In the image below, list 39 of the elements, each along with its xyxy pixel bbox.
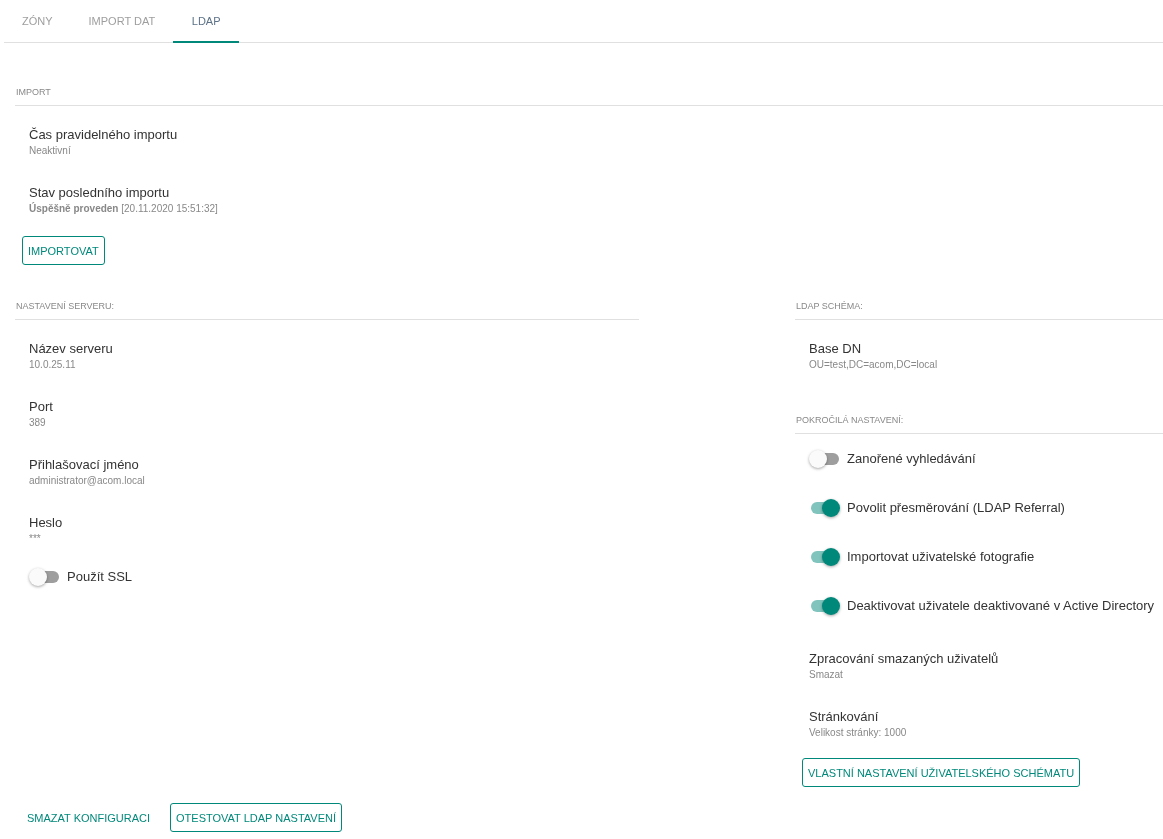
setting-title: Heslo: [29, 515, 64, 530]
setting-value: Úspěšně proveden [20.11.2020 15:51:32]: [29, 203, 219, 214]
section-heading: POKROČILÁ NASTAVENÍ:: [795, 415, 1163, 434]
custom-schema-button[interactable]: VLASTNÍ NASTAVENÍ UŽIVATELSKÉHO SCHÉMATU: [802, 758, 1081, 787]
section-heading: IMPORT: [15, 87, 1163, 106]
setting-value: Neaktivní: [29, 145, 72, 156]
setting-value: 10.0.25.11: [29, 359, 77, 370]
setting-title: Přihlašovací jméno: [29, 457, 140, 472]
setting-value: OU=test,DC=acom,DC=local: [809, 359, 939, 370]
setting-title: Stav posledního importu: [29, 185, 171, 200]
setting-value: Velikost stránky: 1000: [809, 727, 908, 738]
setting-value: Smazat: [809, 669, 844, 680]
import-button[interactable]: IMPORTOVAT: [22, 236, 105, 265]
toggle-label: Zanořené vyhledávání: [847, 451, 976, 466]
section-heading: NASTAVENÍ SERVERU:: [15, 301, 639, 320]
toggle-label: Povolit přesměrování (LDAP Referral): [847, 500, 1065, 515]
tab[interactable]: ZÓNY: [4, 0, 71, 43]
toggle-switch[interactable]: [811, 599, 839, 612]
toggle-label: Deaktivovat uživatele deaktivované v Active Directory: [847, 598, 1155, 613]
tab[interactable]: IMPORT DAT: [70, 0, 174, 43]
setting-title: Stránkování: [809, 709, 880, 724]
toggle-switch[interactable]: [811, 501, 839, 514]
delete-config-button[interactable]: SMAZAT KONFIGURACI: [17, 803, 161, 832]
setting-title: Zpracování smazaných uživatelů: [809, 651, 1000, 666]
section-heading: LDAP SCHÉMA:: [795, 301, 1163, 320]
setting-value: ***: [29, 533, 42, 544]
test-settings-button[interactable]: OTESTOVAT LDAP NASTAVENÍ: [170, 803, 342, 832]
toggle-switch[interactable]: [811, 550, 839, 563]
toggle-switch[interactable]: [31, 570, 59, 583]
toggle-label: Použít SSL: [67, 569, 133, 584]
tab[interactable]: LDAP: [173, 0, 240, 43]
setting-title: Base DN: [809, 341, 863, 356]
setting-title: Název serveru: [29, 341, 114, 356]
toggle-switch[interactable]: [811, 452, 839, 465]
setting-value: 389: [29, 417, 47, 428]
setting-title: Port: [29, 399, 54, 414]
setting-title: Čas pravidelného importu: [29, 127, 179, 142]
setting-value: administrator@acom.local: [29, 475, 146, 486]
toggle-label: Importovat uživatelské fotografie: [847, 549, 1035, 564]
